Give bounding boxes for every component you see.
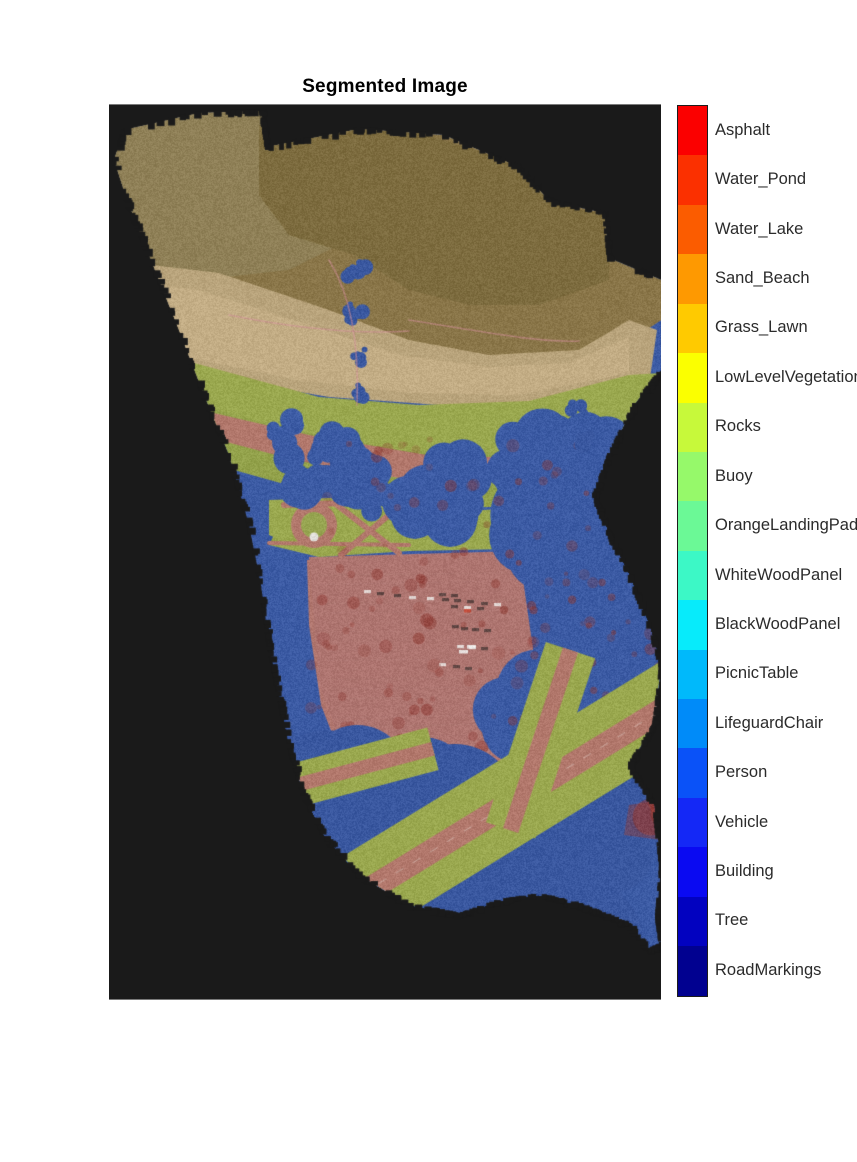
colorbar-segment (678, 550, 707, 601)
colorbar-tick-label: Sand_Beach (715, 268, 810, 287)
colorbar-segment (678, 155, 707, 205)
colorbar-segment (678, 847, 707, 897)
colorbar-tick-label: Vehicle (715, 812, 769, 831)
page-title: Segmented Image (302, 76, 468, 97)
colorbar-segment (678, 106, 707, 156)
colorbar-tick-label: BlackWoodPanel (715, 614, 841, 633)
colorbar-tick-label: Tree (715, 911, 749, 930)
colorbar-segment (678, 797, 707, 848)
colorbar-segment (678, 451, 707, 502)
colorbar-tick-label: Buoy (715, 466, 753, 485)
colorbar-segment (678, 204, 707, 255)
colorbar-segment (678, 649, 707, 700)
colorbar-tick-label: LowLevelVegetation (715, 367, 857, 386)
colorbar-label-list: Asphalt Water_Pond Water_Lake Sand_Beach Gra… (715, 105, 857, 997)
colorbar-segment (678, 501, 707, 551)
colorbar-segment (678, 699, 707, 749)
colorbar-tick-label: Water_Pond (715, 170, 807, 189)
colorbar-segment (678, 946, 707, 996)
colorbar-tick-label: Asphalt (715, 120, 771, 139)
colorbar-tick-label: Water_Lake (715, 219, 804, 238)
colorbar-tick-label: OrangeLandingPad (715, 516, 857, 535)
colorbar (677, 105, 708, 997)
colorbar-segment (678, 402, 707, 452)
colorbar-tick-label: Building (715, 862, 774, 881)
colorbar-segment (678, 896, 707, 947)
colorbar-tick-label: WhiteWoodPanel (715, 565, 843, 584)
colorbar-tick-label: Rocks (715, 417, 761, 436)
colorbar-segment (678, 303, 707, 354)
colorbar-tick-label: Grass_Lawn (715, 318, 808, 337)
colorbar-tick-label: PicnicTable (715, 664, 799, 683)
colorbar-tick-label: RoadMarkings (715, 960, 822, 979)
segmented-image-axes (109, 104, 661, 1000)
colorbar-tick-label: Person (715, 763, 768, 782)
colorbar-tick-label: LifeguardChair (715, 713, 824, 732)
colorbar-segment (678, 748, 707, 798)
segmented-orthomosaic-image (109, 105, 661, 999)
colorbar-segment (678, 254, 707, 304)
figure-canvas: Segmented Image Asphalt Water_Pond Water_L… (0, 0, 857, 1162)
colorbar-segment (678, 600, 707, 650)
colorbar-segment (678, 353, 707, 403)
